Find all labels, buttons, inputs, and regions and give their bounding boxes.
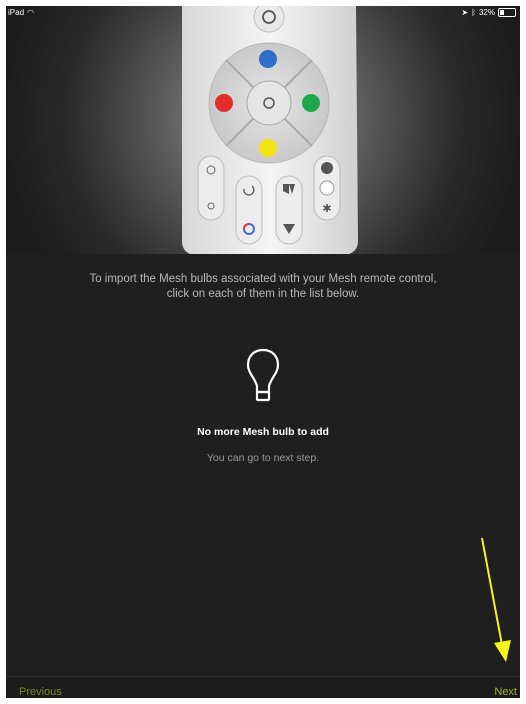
battery-icon — [498, 8, 516, 17]
battery-level — [500, 10, 505, 15]
empty-state-subtitle: You can go to next step. — [206, 452, 320, 464]
app-screen: ✱ iPad ◠ ➤ ᛒ 32% To import the Mesh bulb… — [6, 6, 520, 698]
bottom-navigation-bar: Previous Next — [6, 676, 520, 698]
instruction-text: To import the Mesh bulbs associated with… — [26, 272, 500, 302]
bluetooth-icon: ᛒ — [471, 8, 476, 17]
remote-green-button — [302, 94, 320, 112]
status-bar: iPad ◠ ➤ ᛒ 32% — [6, 6, 520, 20]
battery-percent: 32% — [478, 8, 495, 17]
next-button[interactable]: Next — [494, 686, 517, 698]
wifi-icon: ◠ — [27, 8, 34, 17]
empty-state-title: No more Mesh bulb to add — [197, 426, 329, 438]
instruction-line-2: click on each of them in the list below. — [166, 288, 360, 300]
remote-blue-button — [259, 50, 277, 68]
light-bulb-icon — [246, 348, 280, 402]
status-left: iPad ◠ — [8, 8, 34, 17]
remote-control-image: ✱ — [6, 6, 520, 254]
remote-yellow-button — [259, 139, 277, 157]
remote-red-button — [215, 94, 233, 112]
previous-button[interactable]: Previous — [19, 686, 62, 698]
instruction-line-1: To import the Mesh bulbs associated with… — [89, 273, 437, 285]
remote-control-illustration: ✱ — [182, 6, 358, 254]
location-icon: ➤ — [461, 8, 469, 17]
status-right: ➤ ᛒ 32% — [461, 8, 516, 17]
device-label: iPad — [8, 8, 25, 17]
svg-text:✱: ✱ — [322, 202, 331, 215]
